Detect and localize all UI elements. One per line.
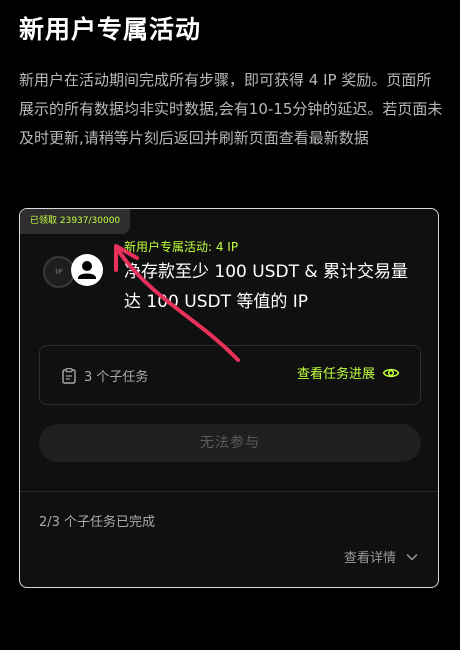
- subtask-count: 3 个子任务: [84, 370, 149, 385]
- view-progress-link[interactable]: 查看任务进展: [297, 363, 400, 382]
- activity-description: 新用户在活动期间完成所有步骤，即可获得 4 IP 奖励。页面所展示的所有数据均非…: [19, 71, 443, 147]
- task-card: 已领取 23937/30000 IP 新用户专属活动: 4 IP 净存款至少 1…: [19, 208, 439, 588]
- user-icon: [71, 254, 103, 286]
- claimed-count-badge: 已领取 23937/30000: [20, 209, 131, 234]
- subtask-summary-box: 3 个子任务 查看任务进展: [39, 345, 421, 405]
- join-button[interactable]: 无法参与: [39, 424, 421, 462]
- task-requirement-text: 净存款至少 100 USDT & 累计交易量达 100 USDT 等值的 IP: [124, 262, 409, 312]
- card-divider: [20, 491, 438, 492]
- chevron-down-icon: [406, 553, 418, 561]
- page-title: 新用户专属活动: [19, 15, 202, 44]
- view-details-label: 查看详情: [343, 551, 396, 566]
- task-reward-label: 新用户专属活动: 4 IP: [124, 240, 239, 254]
- view-details-toggle[interactable]: 查看详情: [344, 547, 418, 566]
- clipboard-icon: [62, 368, 76, 384]
- view-progress-label: 查看任务进展: [296, 367, 375, 382]
- eye-icon: [382, 368, 400, 377]
- completed-subtasks-status: 2/3 个子任务已完成: [39, 515, 156, 530]
